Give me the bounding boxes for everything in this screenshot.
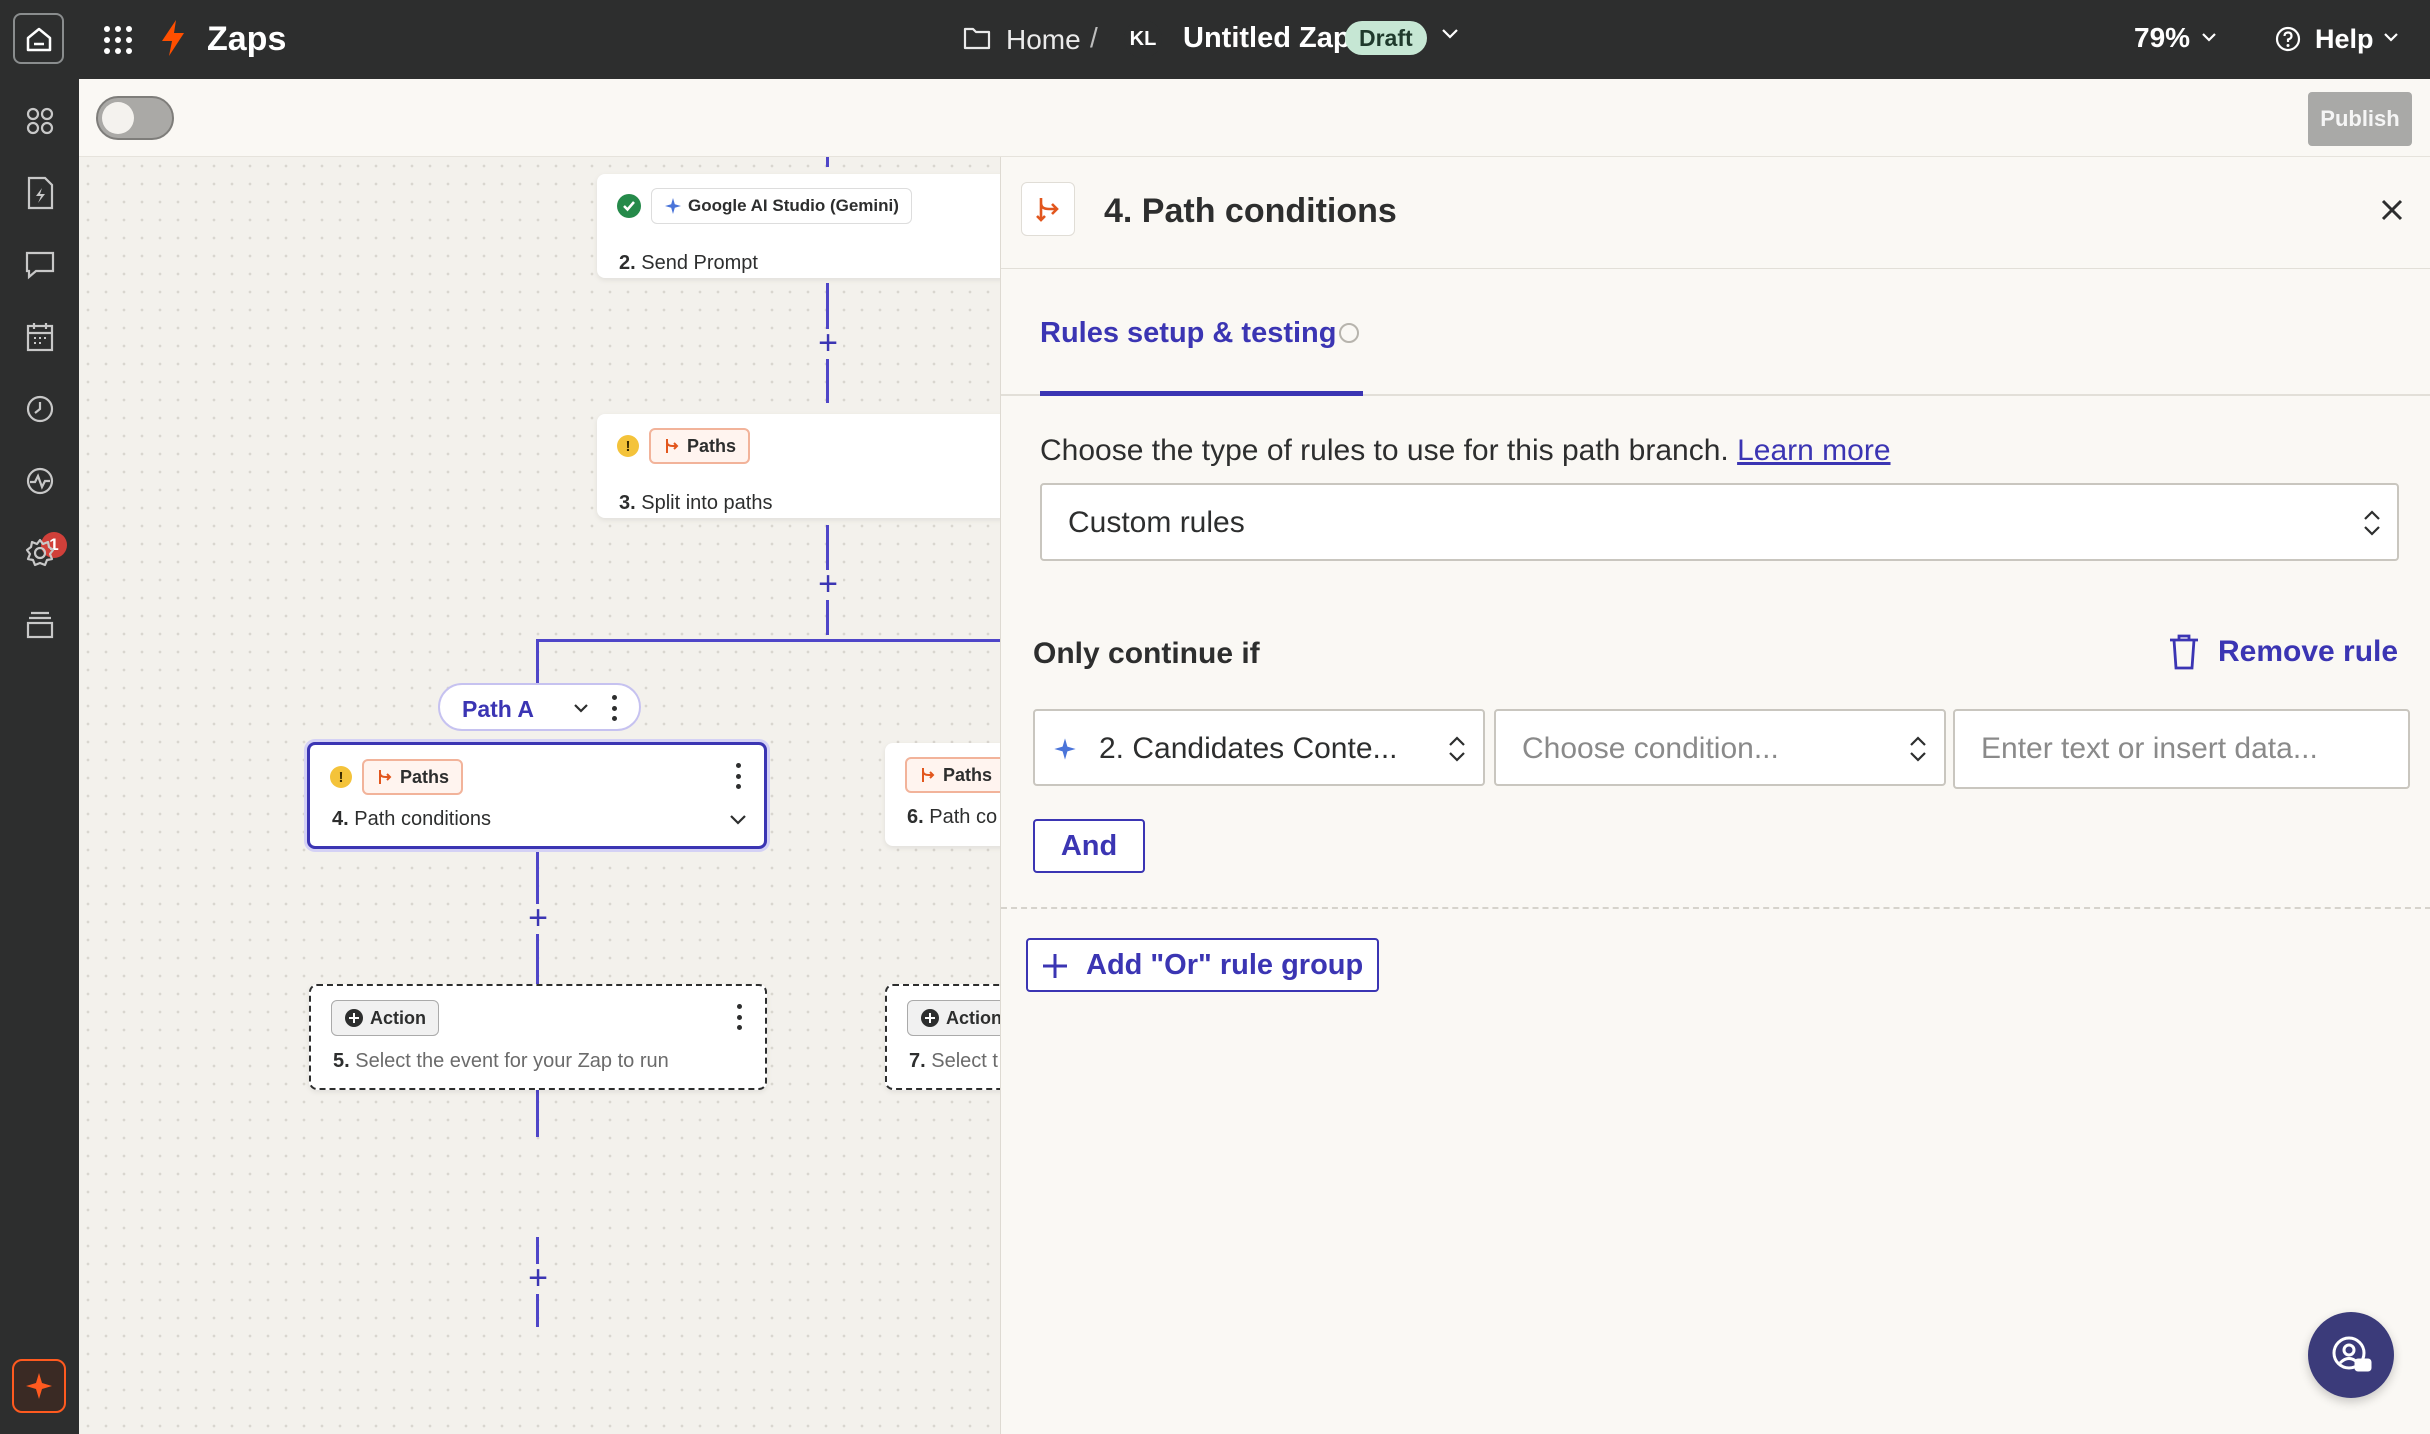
and-button[interactable]: And: [1033, 819, 1145, 873]
step-title: 5. Select the event for your Zap to run: [333, 1050, 669, 1072]
calendar-icon[interactable]: [22, 319, 58, 355]
gemini-sparkle-icon: [1054, 738, 1076, 760]
action-pill: Action: [907, 1000, 1000, 1036]
gemini-sparkle-icon: [665, 198, 681, 214]
chevron-down-icon[interactable]: [2382, 30, 2400, 48]
updown-chevron-icon: [1449, 736, 1465, 762]
settings-icon[interactable]: [22, 535, 58, 571]
step-title: 2. Send Prompt: [619, 252, 758, 274]
chevron-down-icon[interactable]: [2200, 30, 2218, 48]
updown-chevron-icon: [1910, 736, 1926, 762]
step-card-action-b[interactable]: Action 7. Select t: [885, 984, 1000, 1090]
help-menu[interactable]: Help: [2315, 24, 2374, 55]
grid-icon[interactable]: [22, 103, 58, 139]
plus-icon: [1043, 954, 1067, 978]
connector-line: [536, 639, 539, 687]
zap-canvas[interactable]: + + + + Google AI Studio (Gemini) 2. Sen…: [79, 157, 1000, 1434]
step-card-send-prompt[interactable]: Google AI Studio (Gemini) 2. Send Prompt: [597, 174, 1000, 278]
zap-file-icon[interactable]: [22, 175, 58, 211]
archive-icon[interactable]: [22, 607, 58, 643]
close-icon[interactable]: [2379, 197, 2405, 228]
help-icon[interactable]: [2274, 25, 2302, 58]
more-options-icon[interactable]: [735, 1004, 743, 1030]
step-card-path-conditions[interactable]: ! Paths 4. Path conditions: [307, 742, 767, 849]
zoom-level[interactable]: 79%: [2134, 22, 2190, 54]
step-card-split-into-paths[interactable]: ! Paths 3. Split into paths: [597, 414, 1000, 518]
step-title: 6. Path co: [907, 806, 998, 828]
only-continue-if-label: Only continue if: [1033, 637, 1260, 670]
action-plus-icon: [921, 1009, 939, 1027]
zapier-bolt-icon: [160, 19, 186, 62]
app-launcher-icon[interactable]: [100, 22, 134, 56]
chat-icon[interactable]: [22, 247, 58, 283]
top-bar: Zaps Home / KL Untitled Zap Draft 79% He…: [0, 0, 2430, 79]
connector-line: [826, 157, 829, 167]
branch-line: [536, 639, 1000, 642]
publish-button[interactable]: Publish: [2308, 92, 2412, 146]
history-icon[interactable]: [22, 391, 58, 427]
support-chat-icon[interactable]: [2308, 1312, 2394, 1398]
action-pill: Action: [331, 1000, 439, 1036]
activity-icon[interactable]: [22, 463, 58, 499]
breadcrumb-home[interactable]: Home: [1006, 24, 1081, 56]
updown-chevron-icon: [2364, 510, 2380, 536]
more-options-icon[interactable]: [610, 695, 618, 721]
paths-icon: [379, 770, 392, 784]
condition-value-input[interactable]: Enter text or insert data...: [1953, 709, 2410, 789]
remove-rule-button[interactable]: Remove rule: [2218, 635, 2398, 669]
active-tab-indicator: [1040, 391, 1363, 396]
app-name-label: Google AI Studio (Gemini): [688, 196, 899, 215]
paths-icon: [1021, 182, 1075, 236]
paths-icon: [666, 439, 679, 453]
action-plus-icon: [345, 1009, 363, 1027]
paths-pill: Paths: [905, 757, 1000, 793]
path-a-label[interactable]: Path A: [438, 683, 641, 731]
condition-select[interactable]: Choose condition...: [1494, 709, 1946, 786]
zap-on-off-toggle[interactable]: [96, 96, 174, 140]
paths-pill: Paths: [649, 428, 751, 464]
tab-status-icon: [1339, 323, 1359, 343]
add-or-rule-group-button[interactable]: Add "Or" rule group: [1026, 938, 1379, 992]
rules-description: Choose the type of rules to use for this…: [1040, 434, 1891, 467]
warning-icon: !: [330, 766, 352, 788]
copilot-sparkle-icon[interactable]: [12, 1359, 66, 1413]
folder-icon: [963, 26, 991, 55]
left-rail: 1: [0, 79, 79, 1434]
zap-title[interactable]: Untitled Zap: [1183, 22, 1351, 55]
home-icon[interactable]: [13, 13, 64, 64]
chevron-down-icon[interactable]: [1440, 26, 1460, 45]
chevron-down-icon[interactable]: [728, 813, 748, 827]
panel-header: 4. Path conditions: [1001, 157, 2430, 269]
add-step-plus-icon[interactable]: +: [813, 326, 843, 360]
success-check-icon: [617, 194, 641, 218]
add-step-plus-icon[interactable]: +: [523, 901, 553, 935]
step-card-action[interactable]: Action 5. Select the event for your Zap …: [309, 984, 767, 1090]
step-title: 3. Split into paths: [619, 492, 773, 514]
step-config-panel: 4. Path conditions Rules setup & testing…: [1000, 157, 2430, 1434]
field-select[interactable]: 2. Candidates Conte...: [1033, 709, 1485, 786]
avatar: KL: [1124, 20, 1162, 58]
paths-pill: Paths: [362, 759, 464, 795]
tab-rules-setup[interactable]: Rules setup & testing: [1040, 317, 1337, 350]
app-pill: Google AI Studio (Gemini): [651, 188, 912, 224]
step-title: 7. Select t: [909, 1050, 998, 1072]
add-step-plus-icon[interactable]: +: [813, 567, 843, 601]
editor-toolbar: Publish: [79, 79, 2430, 157]
add-step-plus-icon[interactable]: +: [523, 1261, 553, 1295]
status-badge: Draft: [1345, 21, 1427, 55]
rule-type-select[interactable]: Custom rules: [1040, 483, 2399, 561]
more-options-icon[interactable]: [734, 763, 742, 789]
chevron-down-icon: [574, 704, 588, 713]
panel-title: 4. Path conditions: [1104, 192, 1397, 230]
step-title: 4. Path conditions: [332, 808, 492, 830]
divider: [1001, 907, 2430, 909]
learn-more-link[interactable]: Learn more: [1737, 434, 1890, 467]
trash-icon[interactable]: [2167, 633, 2201, 676]
breadcrumb-separator: /: [1090, 22, 1098, 53]
app-name[interactable]: Zaps: [207, 20, 286, 59]
paths-icon: [922, 768, 935, 782]
warning-icon: !: [617, 435, 639, 457]
step-card-path-conditions-b[interactable]: Paths 6. Path co: [885, 743, 1000, 846]
